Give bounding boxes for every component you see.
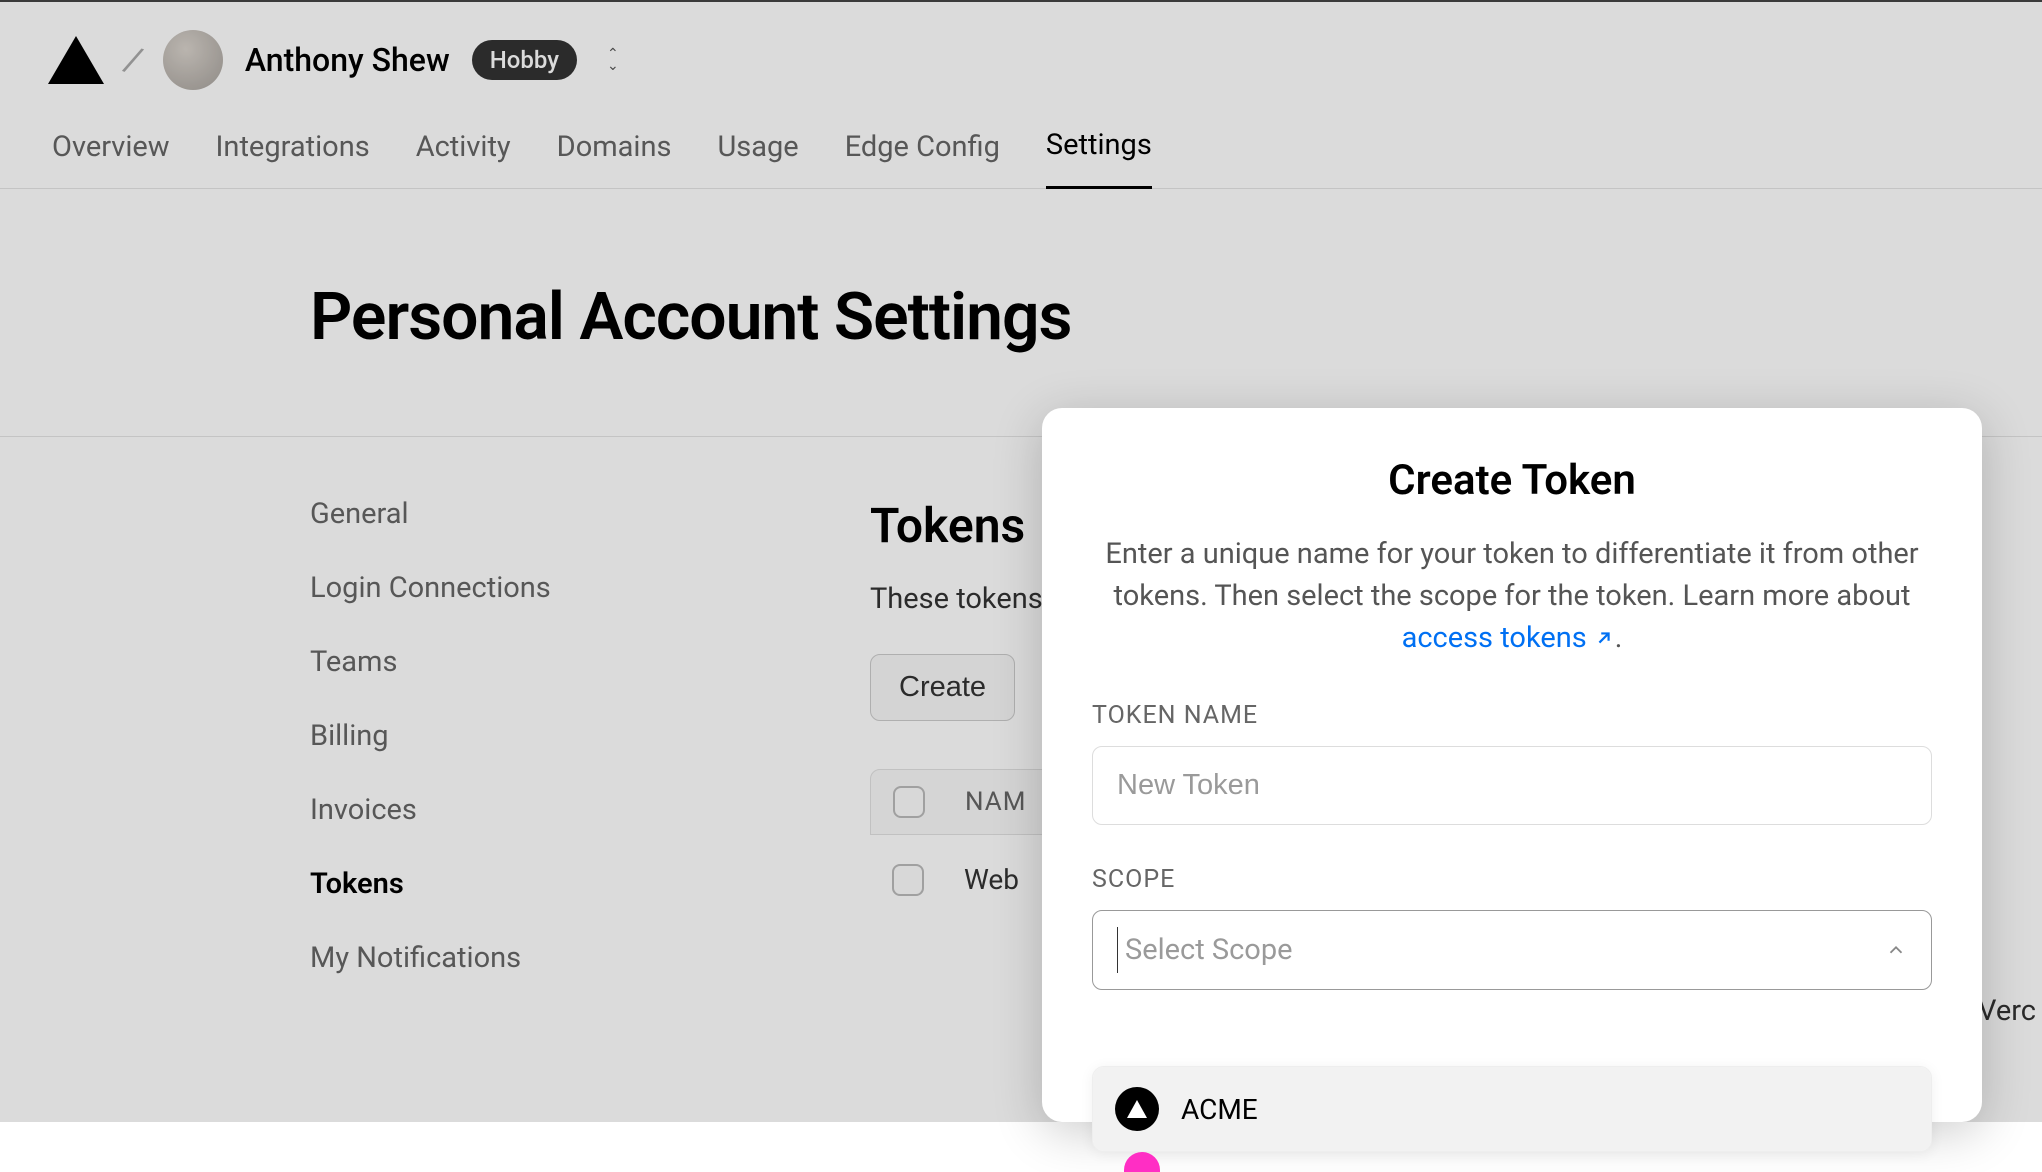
- modal-description-tail: .: [1615, 621, 1623, 655]
- token-name-label: TOKEN NAME: [1092, 701, 1932, 730]
- scope-label: SCOPE: [1092, 865, 1932, 894]
- token-name-input[interactable]: [1092, 746, 1932, 825]
- modal-description: Enter a unique name for your token to di…: [1092, 533, 1932, 661]
- scope-select[interactable]: Select Scope: [1092, 910, 1932, 990]
- chevron-up-icon: [1885, 939, 1907, 961]
- org-icon-partial: [1124, 1152, 1160, 1172]
- org-icon: [1115, 1087, 1159, 1131]
- external-link-icon: [1593, 619, 1615, 661]
- scope-option-acme[interactable]: ACME: [1093, 1067, 1931, 1151]
- modal-description-text: Enter a unique name for your token to di…: [1105, 537, 1918, 613]
- scope-placeholder: Select Scope: [1125, 933, 1293, 967]
- create-token-modal: Create Token Enter a unique name for you…: [1042, 408, 1982, 1122]
- scope-option-label: ACME: [1181, 1093, 1258, 1126]
- access-tokens-link[interactable]: access tokens: [1402, 621, 1615, 655]
- modal-title: Create Token: [1092, 456, 1932, 505]
- scope-dropdown: ACME: [1092, 1066, 1932, 1152]
